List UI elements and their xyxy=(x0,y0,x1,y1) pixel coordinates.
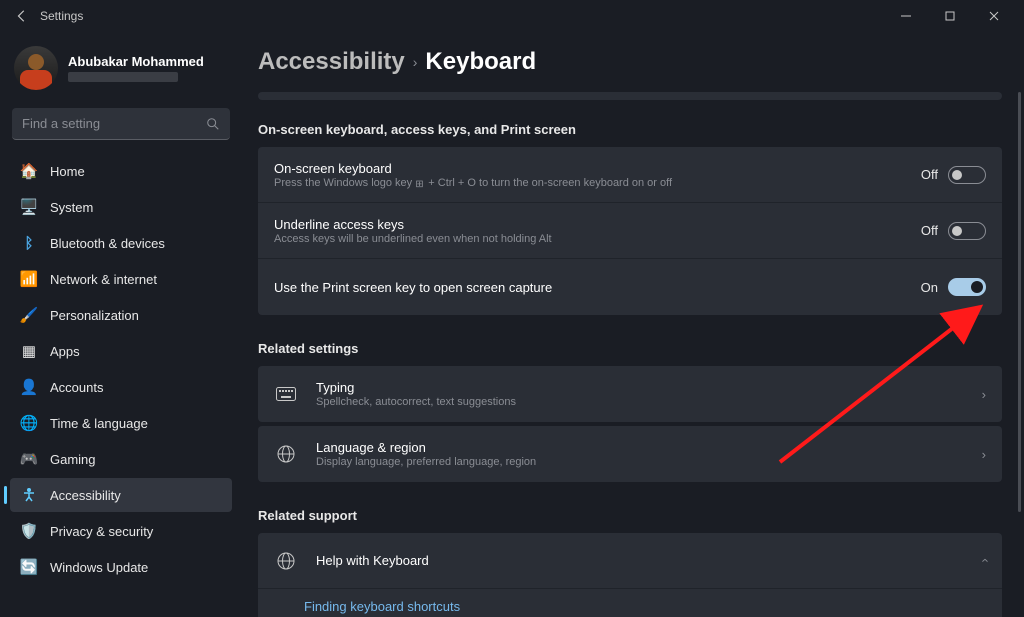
system-icon: 🖥️ xyxy=(20,198,38,216)
breadcrumb: Accessibility › Keyboard xyxy=(258,48,1002,76)
print-screen-toggle[interactable] xyxy=(948,278,986,296)
page-title: Keyboard xyxy=(425,48,536,76)
sidebar-item-apps[interactable]: ▦ Apps xyxy=(10,334,232,368)
nav-label: Accounts xyxy=(50,380,103,395)
underline-keys-row: Underline access keys Access keys will b… xyxy=(258,203,1002,259)
chevron-right-icon: › xyxy=(982,387,986,402)
nav-label: System xyxy=(50,200,93,215)
close-button[interactable] xyxy=(972,2,1016,30)
underline-keys-toggle[interactable] xyxy=(948,222,986,240)
help-link[interactable]: Finding keyboard shortcuts xyxy=(258,589,1002,617)
row-title: Underline access keys xyxy=(274,217,921,232)
accessibility-icon xyxy=(20,486,38,504)
language-icon xyxy=(274,442,298,466)
row-desc: Spellcheck, autocorrect, text suggestion… xyxy=(316,396,976,408)
nav-label: Personalization xyxy=(50,308,139,323)
wifi-icon: 📶 xyxy=(20,270,38,288)
nav-label: Windows Update xyxy=(50,560,148,575)
nav-label: Time & language xyxy=(50,416,148,431)
sidebar-item-bluetooth[interactable]: ᛒ Bluetooth & devices xyxy=(10,226,232,260)
section-header: Related support xyxy=(258,508,1002,523)
row-desc: Press the Windows logo key + Ctrl + O to… xyxy=(274,177,921,189)
brush-icon: 🖌️ xyxy=(20,306,38,324)
help-keyboard-row[interactable]: Help with Keyboard › xyxy=(258,533,1002,589)
sidebar-item-network[interactable]: 📶 Network & internet xyxy=(10,262,232,296)
sidebar-item-accounts[interactable]: 👤 Accounts xyxy=(10,370,232,404)
toggle-state: Off xyxy=(921,167,938,182)
sidebar-item-privacy[interactable]: 🛡️ Privacy & security xyxy=(10,514,232,548)
person-icon: 👤 xyxy=(20,378,38,396)
titlebar: Settings xyxy=(0,0,1024,32)
nav-label: Gaming xyxy=(50,452,96,467)
scroll-cutoff-stub xyxy=(258,92,1002,100)
user-block[interactable]: Abubakar Mohammed xyxy=(10,40,232,104)
bluetooth-icon: ᛒ xyxy=(20,234,38,252)
windows-key-icon xyxy=(415,178,425,188)
shield-icon: 🛡️ xyxy=(20,522,38,540)
chevron-up-icon: › xyxy=(976,558,991,562)
gaming-icon: 🎮 xyxy=(20,450,38,468)
row-title: On-screen keyboard xyxy=(274,161,921,176)
toggle-state: On xyxy=(921,280,938,295)
search-icon xyxy=(206,117,220,131)
nav-label: Apps xyxy=(50,344,80,359)
toggle-state: Off xyxy=(921,223,938,238)
content-area: Accessibility › Keyboard On-screen keybo… xyxy=(240,32,1024,617)
row-title: Language & region xyxy=(316,440,976,455)
sidebar-item-update[interactable]: 🔄 Windows Update xyxy=(10,550,232,584)
typing-card[interactable]: Typing Spellcheck, autocorrect, text sug… xyxy=(258,366,1002,422)
apps-icon: ▦ xyxy=(20,342,38,360)
nav-label: Bluetooth & devices xyxy=(50,236,165,251)
row-desc: Access keys will be underlined even when… xyxy=(274,233,921,245)
home-icon: 🏠 xyxy=(20,162,38,180)
help-card: Help with Keyboard › Finding keyboard sh… xyxy=(258,533,1002,617)
keyboard-icon xyxy=(274,382,298,406)
sidebar-item-home[interactable]: 🏠 Home xyxy=(10,154,232,188)
nav-label: Home xyxy=(50,164,85,179)
sidebar-item-accessibility[interactable]: Accessibility xyxy=(10,478,232,512)
row-title: Help with Keyboard xyxy=(316,553,976,568)
window-title: Settings xyxy=(40,9,83,23)
sidebar-item-time[interactable]: 🌐 Time & language xyxy=(10,406,232,440)
sidebar-item-system[interactable]: 🖥️ System xyxy=(10,190,232,224)
back-button[interactable] xyxy=(8,2,36,30)
language-card[interactable]: Language & region Display language, pref… xyxy=(258,426,1002,482)
user-email-redacted xyxy=(68,72,178,82)
help-icon xyxy=(274,549,298,573)
sidebar: Abubakar Mohammed 🏠 Home 🖥️ System ᛒ Blueto… xyxy=(0,32,240,617)
nav-label: Privacy & security xyxy=(50,524,153,539)
nav-list: 🏠 Home 🖥️ System ᛒ Bluetooth & devices 📶 Net… xyxy=(10,154,232,584)
print-screen-row: Use the Print screen key to open screen … xyxy=(258,259,1002,315)
section-header: On-screen keyboard, access keys, and Pri… xyxy=(258,122,1002,137)
nav-label: Network & internet xyxy=(50,272,157,287)
avatar xyxy=(14,46,58,90)
onscreen-keyboard-row: On-screen keyboard Press the Windows log… xyxy=(258,147,1002,203)
user-name: Abubakar Mohammed xyxy=(68,54,204,69)
chevron-right-icon: › xyxy=(982,447,986,462)
keyboard-options-card: On-screen keyboard Press the Windows log… xyxy=(258,147,1002,315)
maximize-button[interactable] xyxy=(928,2,972,30)
window-controls xyxy=(884,2,1016,30)
onscreen-keyboard-toggle[interactable] xyxy=(948,166,986,184)
breadcrumb-parent[interactable]: Accessibility xyxy=(258,48,405,76)
row-title: Use the Print screen key to open screen … xyxy=(274,280,921,295)
chevron-right-icon: › xyxy=(413,54,418,70)
update-icon: 🔄 xyxy=(20,558,38,576)
sidebar-item-personalization[interactable]: 🖌️ Personalization xyxy=(10,298,232,332)
nav-label: Accessibility xyxy=(50,488,121,503)
sidebar-item-gaming[interactable]: 🎮 Gaming xyxy=(10,442,232,476)
minimize-button[interactable] xyxy=(884,2,928,30)
section-header: Related settings xyxy=(258,341,1002,356)
row-title: Typing xyxy=(316,380,976,395)
search-input[interactable] xyxy=(22,116,206,131)
search-box[interactable] xyxy=(12,108,230,140)
globe-icon: 🌐 xyxy=(20,414,38,432)
scrollbar[interactable] xyxy=(1018,92,1021,512)
row-desc: Display language, preferred language, re… xyxy=(316,456,976,468)
